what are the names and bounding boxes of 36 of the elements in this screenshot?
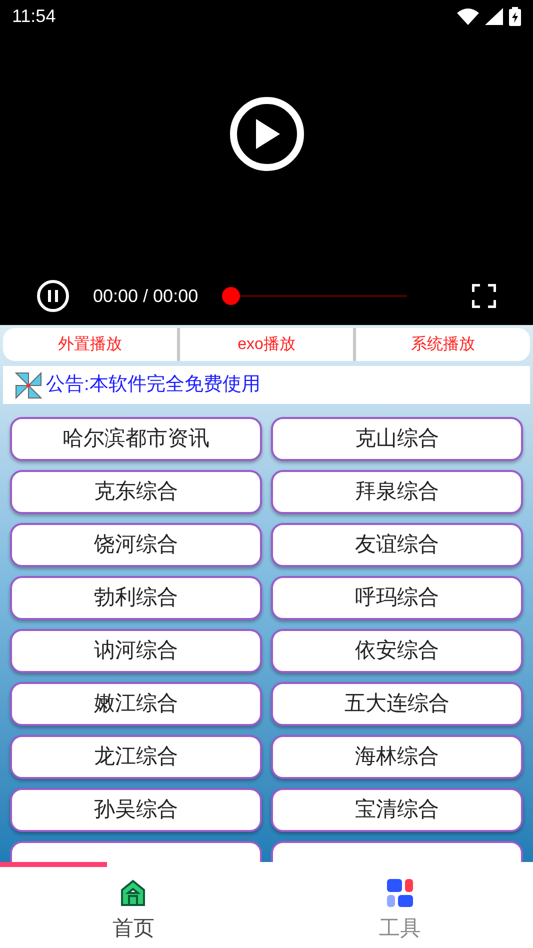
wifi-icon (457, 8, 479, 24)
grid-icon (386, 879, 413, 907)
notice-text: 公告:本软件完全免费使用 (46, 372, 260, 397)
player-option-button[interactable]: 系统播放 (353, 328, 530, 361)
pause-icon (48, 290, 58, 302)
station-button[interactable]: 海林综合 (271, 735, 523, 779)
station-button[interactable]: 拜泉综合 (271, 470, 523, 514)
station-button[interactable]: 五大连综合 (271, 682, 523, 726)
station-button[interactable]: 克东综合 (10, 470, 262, 514)
station-button[interactable]: 龙江综合 (10, 735, 262, 779)
station-button[interactable]: 嫩江综合 (10, 682, 262, 726)
time-display: 00:00 / 00:00 (93, 284, 198, 308)
signal-icon (485, 8, 503, 24)
station-button[interactable]: 孙吴综合 (10, 788, 262, 832)
play-icon (254, 118, 280, 148)
station-button[interactable]: 呼玛综合 (271, 576, 523, 620)
fullscreen-icon[interactable] (472, 284, 496, 308)
station-button[interactable]: 宝清综合 (271, 788, 523, 832)
seek-bar[interactable] (222, 287, 408, 305)
station-button[interactable]: 哈尔滨都市资讯 (10, 417, 262, 461)
nav-tab[interactable]: 首页 (0, 867, 266, 948)
station-button[interactable]: 依安综合 (271, 629, 523, 673)
station-button[interactable]: 饶河综合 (10, 523, 262, 567)
player-option-button[interactable]: exo播放 (176, 328, 354, 361)
station-button[interactable]: 勃利综合 (10, 576, 262, 620)
station-button[interactable]: 友谊综合 (271, 523, 523, 567)
station-button[interactable]: 讷河综合 (10, 629, 262, 673)
player-option-button[interactable]: 外置播放 (3, 328, 177, 361)
battery-icon (509, 6, 521, 26)
clock: 11:54 (12, 4, 56, 28)
play-button[interactable] (230, 96, 304, 170)
pause-button[interactable] (37, 280, 69, 312)
nav-tab[interactable]: 工具 (266, 867, 533, 948)
station-button[interactable]: 克山综合 (271, 417, 523, 461)
house-icon (120, 879, 146, 907)
pinwheel-icon (15, 372, 42, 398)
